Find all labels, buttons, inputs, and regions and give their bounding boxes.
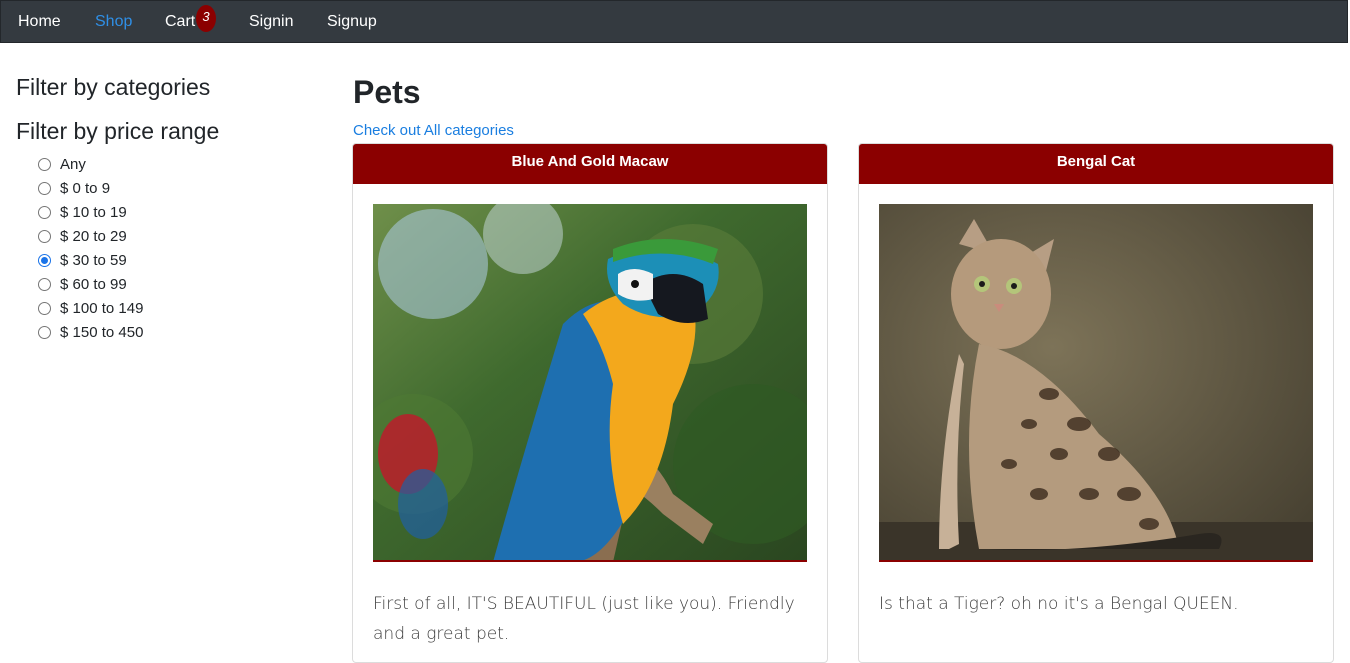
radio-button[interactable] xyxy=(38,229,51,243)
product-description: Is that a Tiger? oh no it's a Bengal QUE… xyxy=(879,594,1239,614)
price-option-label: $ 150 to 450 xyxy=(60,323,144,341)
product-card-title[interactable]: Blue And Gold Macaw xyxy=(353,144,827,184)
nav-signin[interactable]: Signin xyxy=(249,13,293,31)
price-option-label: $ 10 to 19 xyxy=(60,203,127,221)
price-option[interactable]: $ 60 to 99 xyxy=(38,274,127,294)
product-description: First of all, IT'S BEAUTIFUL (just like … xyxy=(373,594,795,644)
product-card[interactable]: Blue And Gold Macaw First of all, IT'S B… xyxy=(352,143,828,663)
radio-button[interactable] xyxy=(38,277,51,291)
product-card-title[interactable]: Bengal Cat xyxy=(859,144,1333,184)
cart-count-badge: 3 xyxy=(196,5,216,32)
radio-button[interactable] xyxy=(38,301,51,315)
radio-button[interactable] xyxy=(38,325,51,339)
price-option[interactable]: $ 10 to 19 xyxy=(38,202,127,222)
price-option-label: $ 20 to 29 xyxy=(60,227,127,245)
nav-shop[interactable]: Shop xyxy=(95,13,132,31)
filter-categories-heading: Filter by categories xyxy=(16,74,211,100)
price-option-label: $ 30 to 59 xyxy=(60,251,127,269)
macaw-photo[interactable] xyxy=(373,204,807,562)
price-option[interactable]: $ 150 to 450 xyxy=(38,322,143,342)
bengal-cat-photo[interactable] xyxy=(879,204,1313,562)
price-option[interactable]: Any xyxy=(38,154,86,174)
price-option[interactable]: $ 100 to 149 xyxy=(38,298,143,318)
nav-home[interactable]: Home xyxy=(18,13,61,31)
nav-cart[interactable]: Cart xyxy=(165,13,195,31)
radio-button[interactable] xyxy=(38,205,51,219)
nav-signup[interactable]: Signup xyxy=(327,13,377,31)
page-title: Pets xyxy=(353,74,421,110)
price-option-label: Any xyxy=(60,155,86,173)
price-option[interactable]: $ 20 to 29 xyxy=(38,226,127,246)
all-categories-link[interactable]: Check out All categories xyxy=(353,122,514,139)
top-navbar: Home Shop Cart 3 Signin Signup xyxy=(0,0,1348,43)
radio-button[interactable] xyxy=(38,157,51,171)
price-option[interactable]: $ 0 to 9 xyxy=(38,178,110,198)
radio-button-checked[interactable] xyxy=(38,253,51,267)
price-option-label: $ 100 to 149 xyxy=(60,299,144,317)
product-card[interactable]: Bengal Cat Is that a Tiger? oh no it's a… xyxy=(858,143,1334,663)
price-option-label: $ 0 to 9 xyxy=(60,179,111,197)
filter-price-heading: Filter by price range xyxy=(16,118,220,144)
price-option-label: $ 60 to 99 xyxy=(60,275,127,293)
radio-button[interactable] xyxy=(38,181,51,195)
price-option[interactable]: $ 30 to 59 xyxy=(38,250,127,270)
